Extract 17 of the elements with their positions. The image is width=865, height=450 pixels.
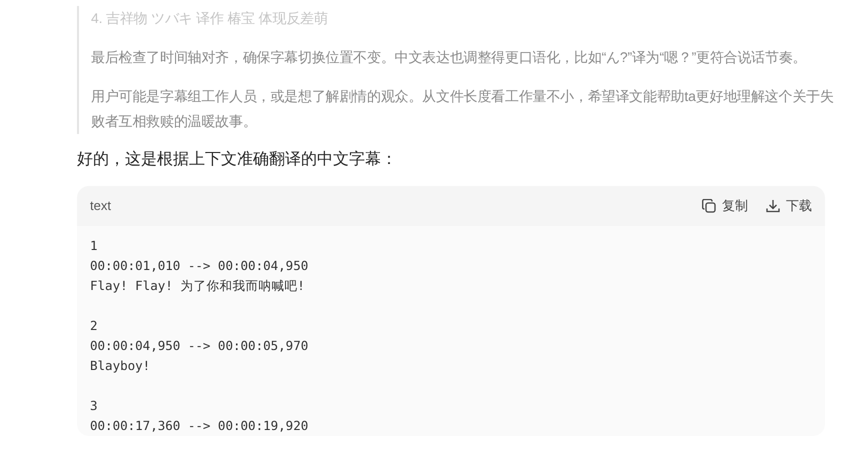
- thinking-paragraph: 4. 吉祥物 ツバキ 译作 椿宝 体现反差萌: [91, 9, 329, 28]
- subtitle-index: 1: [90, 237, 98, 255]
- subtitle-timecode: 00:00:04,950 --> 00:00:05,970: [90, 337, 308, 355]
- subtitle-text: Blayboy!: [90, 357, 150, 375]
- code-language: text: [90, 197, 111, 216]
- copy-icon: [702, 199, 716, 213]
- subtitle-index: 2: [90, 317, 98, 335]
- download-icon: [766, 199, 780, 213]
- subtitle-timecode: 00:00:01,010 --> 00:00:04,950: [90, 257, 308, 275]
- subtitle-index: 3: [90, 397, 98, 415]
- subtitle-text: Flay! Flay! 为了你和我而呐喊吧!: [90, 277, 305, 295]
- answer-text: 好的，这是根据上下文准确翻译的中文字幕：: [77, 150, 398, 170]
- subtitle-timecode: 00:00:17,360 --> 00:00:19,920: [90, 417, 308, 435]
- thinking-paragraph: 最后检查了时间轴对齐，确保字幕切换位置不变。中文表达也调整得更口语化，比如“ん?”译为“嗯？”更符合说话节奏。: [91, 48, 808, 67]
- download-button[interactable]: 下载: [766, 196, 812, 216]
- copy-button[interactable]: 复制: [702, 196, 748, 216]
- thinking-paragraph: 用户可能是字幕组工作人员，或是想了解剧情的观众。从文件长度看工作量不小，希望译文能帮助ta更好地理解这个关于失败者互相救赎的温暖故事。: [91, 87, 835, 131]
